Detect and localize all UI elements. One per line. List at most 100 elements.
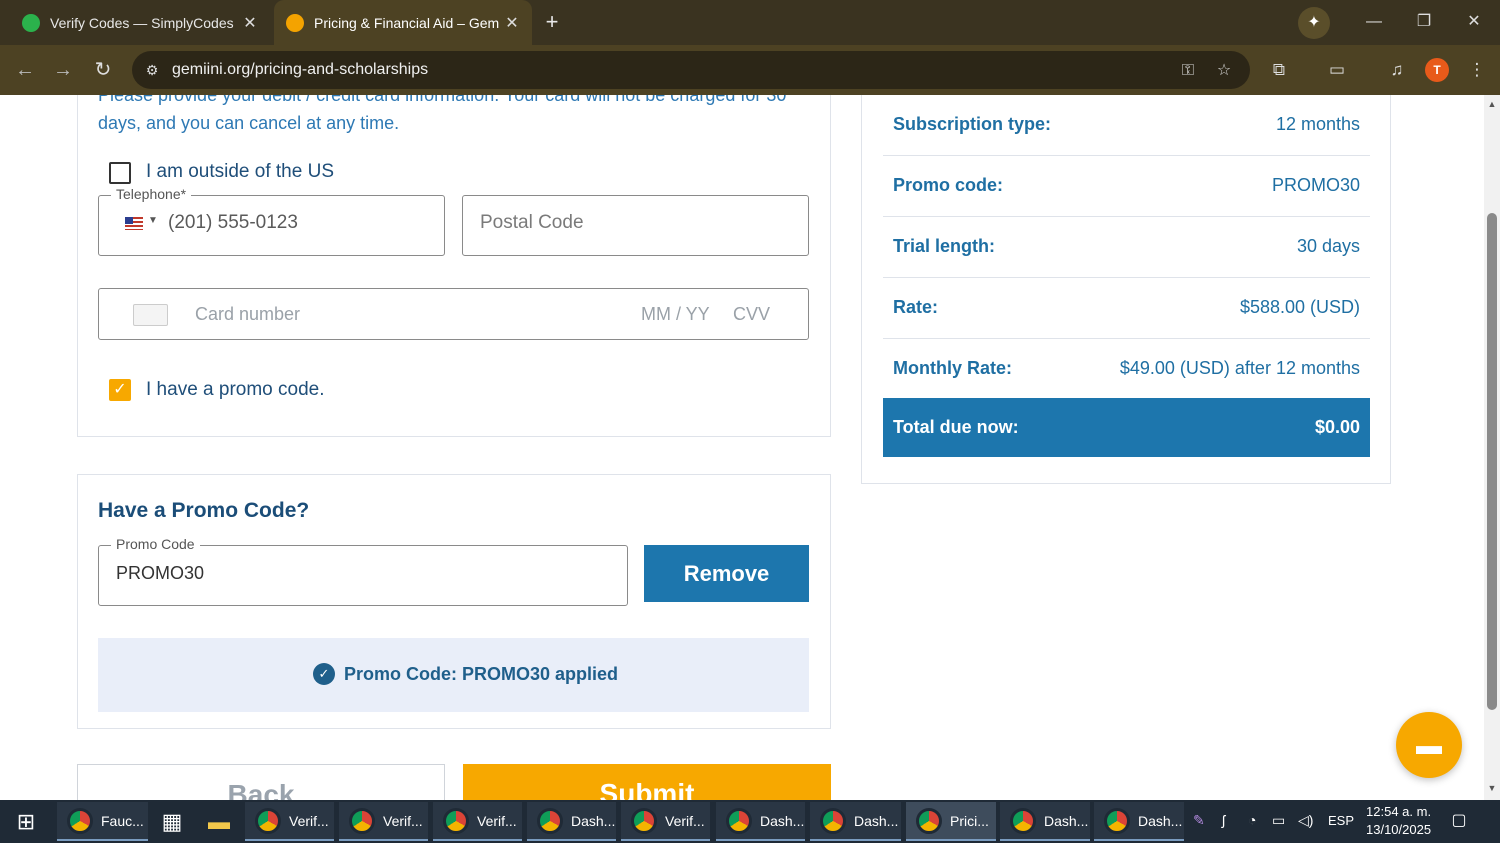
windows-taskbar: ⊞ Fauc... ▦ ▬ Verif... Verif... Verif...… [0, 800, 1500, 843]
close-window-icon[interactable]: ✕ [1454, 8, 1494, 36]
scrollbar-thumb[interactable] [1487, 213, 1497, 710]
chrome-icon [1010, 807, 1036, 834]
gemini-sparkle-icon[interactable]: ✦ [1298, 7, 1330, 39]
back-button[interactable]: Back [77, 764, 445, 800]
postal-code-field[interactable]: Postal Code [462, 195, 809, 256]
taskbar-app[interactable]: Dash... [716, 802, 805, 841]
tab-pricing[interactable]: Pricing & Financial Aid – Gemini ✕ [274, 0, 532, 45]
check-circle-icon: ✓ [313, 663, 335, 685]
telephone-value[interactable]: (201) 555-0123 [168, 212, 298, 234]
promo-code-input[interactable]: Promo Code PROMO30 [98, 536, 628, 606]
network-icon[interactable]: ◔ [1248, 812, 1256, 828]
minimize-icon[interactable]: — [1354, 8, 1394, 36]
us-flag-icon[interactable] [125, 217, 143, 230]
site-settings-icon[interactable]: ⚙ [142, 60, 162, 80]
browser-toolbar: ← → ↻ ⚙ gemiini.org/pricing-and-scholars… [0, 45, 1500, 95]
taskbar-app-label: Verif... [289, 812, 329, 829]
cast-icon[interactable]: ▭ [1324, 57, 1350, 83]
summary-label: Promo code: [893, 175, 1004, 195]
extensions-icon[interactable]: ⧉ [1266, 57, 1292, 83]
windows-start-icon[interactable]: ⊞ [0, 800, 52, 843]
forward-arrow-icon[interactable]: → [48, 55, 78, 85]
bookmark-star-icon[interactable]: ☆ [1213, 60, 1235, 82]
clock-date: 13/10/2025 [1366, 822, 1432, 837]
promo-code-checkbox[interactable]: ✓ [109, 379, 131, 401]
tray-app-icon[interactable]: ʃ [1222, 812, 1225, 828]
back-arrow-icon[interactable]: ← [10, 55, 40, 85]
scroll-down-icon[interactable]: ▼ [1487, 783, 1497, 793]
password-key-icon[interactable]: ⚿ [1177, 60, 1199, 82]
simplycodes-favicon-icon [22, 13, 40, 32]
promo-applied-banner: ✓ Promo Code: PROMO30 applied [98, 638, 809, 712]
summary-label: Trial length: [893, 236, 996, 256]
address-bar[interactable]: ⚙ gemiini.org/pricing-and-scholarships ⚿… [132, 51, 1250, 89]
cvv-placeholder[interactable]: CVV [733, 304, 770, 325]
menu-kebab-icon[interactable]: ⋮ [1464, 57, 1490, 83]
summary-value: 30 days [1296, 236, 1360, 256]
remove-promo-button[interactable]: Remove [644, 545, 809, 602]
summary-total-row: Total due now: $0.00 [883, 398, 1370, 457]
intro-line-1: Please provide your debit / credit card … [98, 95, 787, 105]
volume-icon[interactable]: ◁) [1298, 812, 1313, 829]
close-tab-icon[interactable]: ✕ [238, 13, 262, 33]
close-tab-icon[interactable]: ✕ [500, 13, 524, 33]
total-value: $0.00 [1314, 417, 1360, 437]
chevron-down-icon[interactable]: ▼ [148, 215, 158, 226]
chrome-icon [820, 807, 846, 834]
battery-icon[interactable]: ▭ [1272, 812, 1285, 829]
telephone-field[interactable]: Telephone* ▼ (201) 555-0123 [98, 186, 445, 256]
card-field[interactable]: Card number MM / YY CVV [98, 288, 809, 340]
taskbar-app-active[interactable]: Prici... [906, 802, 996, 841]
pen-icon[interactable]: ✎ [1193, 812, 1205, 829]
media-control-icon[interactable]: ♫ [1384, 57, 1410, 83]
postal-code-placeholder: Postal Code [480, 212, 584, 233]
taskbar-app[interactable]: Dash... [527, 802, 616, 841]
chrome-icon [916, 807, 942, 834]
taskbar-app[interactable]: Dash... [1094, 802, 1184, 841]
profile-avatar[interactable]: T [1425, 58, 1449, 82]
reload-icon[interactable]: ↻ [88, 55, 118, 85]
chat-bubble-icon[interactable]: ▬ [1396, 712, 1462, 778]
card-number-placeholder[interactable]: Card number [195, 304, 300, 325]
taskbar-app[interactable]: Verif... [339, 802, 428, 841]
expiry-placeholder[interactable]: MM / YY [641, 304, 710, 325]
submit-button[interactable]: Submit [463, 764, 831, 800]
tab-title: Pricing & Financial Aid – Gemini [314, 14, 500, 31]
total-label: Total due now: [893, 417, 1019, 437]
credit-card-icon [133, 304, 168, 326]
taskbar-app[interactable]: Fauc... [57, 802, 148, 841]
taskbar-app[interactable]: Verif... [245, 802, 334, 841]
calculator-icon[interactable]: ▦ [156, 806, 188, 838]
restore-icon[interactable]: ❐ [1404, 8, 1444, 36]
taskbar-app-label: Dash... [854, 812, 899, 829]
taskbar-app[interactable]: Verif... [621, 802, 710, 841]
summary-value: $49.00 (USD) after 12 months [1119, 358, 1360, 378]
summary-label: Monthly Rate: [893, 358, 1012, 378]
intro-line-2: days, and you can cancel at any time. [98, 113, 400, 133]
file-explorer-icon[interactable]: ▬ [203, 806, 235, 838]
taskbar-app[interactable]: Dash... [810, 802, 901, 841]
promo-heading: Have a Promo Code? [98, 499, 310, 522]
new-tab-button[interactable]: + [538, 8, 566, 36]
language-indicator[interactable]: ESP [1328, 813, 1354, 828]
scroll-up-icon[interactable]: ▲ [1487, 99, 1497, 109]
promo-code-legend: Promo Code [111, 536, 200, 552]
taskbar-app[interactable]: Verif... [433, 802, 522, 841]
taskbar-app-label: Fauc... [101, 812, 144, 829]
chrome-icon [726, 807, 752, 834]
page-scrollbar[interactable]: ▲ ▼ [1484, 95, 1500, 800]
summary-value: 12 months [1275, 114, 1360, 134]
taskbar-app-label: Verif... [665, 812, 705, 829]
taskbar-app[interactable]: Dash... [1000, 802, 1090, 841]
taskbar-app-label: Dash... [760, 812, 805, 829]
notification-icon[interactable]: ▢ [1448, 810, 1470, 830]
url-text[interactable]: gemiini.org/pricing-and-scholarships [172, 51, 428, 89]
system-clock[interactable]: 12:54 a. m. 13/10/2025 [1366, 803, 1431, 839]
taskbar-app-label: Verif... [477, 812, 517, 829]
promo-code-value[interactable]: PROMO30 [116, 563, 204, 584]
clock-time: 12:54 a. m. [1366, 804, 1432, 819]
outside-us-checkbox[interactable] [109, 162, 131, 184]
tab-verify-codes[interactable]: Verify Codes — SimplyCodes ✕ [8, 0, 270, 45]
summary-value: PROMO30 [1271, 175, 1360, 195]
taskbar-app-label: Prici... [950, 812, 989, 829]
